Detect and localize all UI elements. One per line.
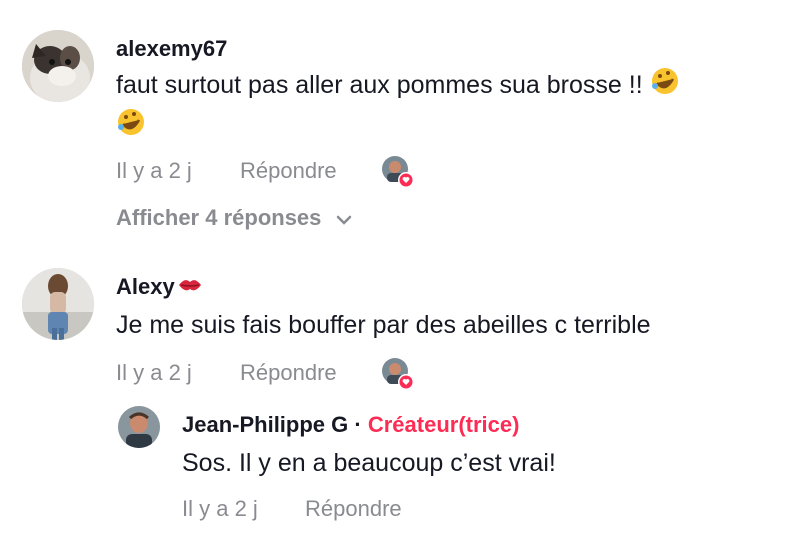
comment-text-content: faut surtout pas aller aux pommes sua br… xyxy=(116,71,643,100)
reply-timestamp: Il y a 2 j xyxy=(182,496,258,521)
comment-text: Je me suis fais bouffer par des abeilles… xyxy=(116,311,651,339)
comment-username[interactable]: alexemy67 xyxy=(116,36,227,62)
username-text: Alexy xyxy=(116,274,175,299)
show-replies-label: Afficher 4 réponses xyxy=(116,205,322,230)
reply-button[interactable]: Répondre xyxy=(240,158,337,184)
reply-button[interactable]: Répondre xyxy=(240,360,337,386)
rolling-on-floor-laughing-emoji xyxy=(116,107,146,148)
reply-button[interactable]: Répondre xyxy=(305,496,402,522)
comment-username[interactable]: Alexy xyxy=(116,274,203,301)
creator-badge: Créateur(trice) xyxy=(367,412,520,437)
rolling-on-floor-laughing-emoji xyxy=(650,66,680,107)
comment-text: faut surtout pas aller aux pommes sua br… xyxy=(116,66,796,148)
avatar[interactable] xyxy=(22,30,94,102)
avatar[interactable] xyxy=(118,406,160,448)
comment-timestamp: Il y a 2 j xyxy=(116,158,192,183)
separator: · xyxy=(354,412,362,437)
creator-liked-badge xyxy=(382,156,414,188)
reply-username[interactable]: Jean-Philippe G xyxy=(182,412,348,437)
kiss-mark-emoji xyxy=(177,275,203,301)
comment-timestamp: Il y a 2 j xyxy=(116,360,192,385)
chevron-down-icon xyxy=(336,206,352,232)
reply-header: Jean-Philippe G · Créateur(trice) xyxy=(182,412,519,438)
show-replies-button[interactable]: Afficher 4 réponses xyxy=(116,205,352,232)
reply-text: Sos. Il y en a beaucoup c’est vrai! xyxy=(182,449,556,477)
avatar[interactable] xyxy=(22,268,94,340)
creator-liked-badge xyxy=(382,358,414,390)
